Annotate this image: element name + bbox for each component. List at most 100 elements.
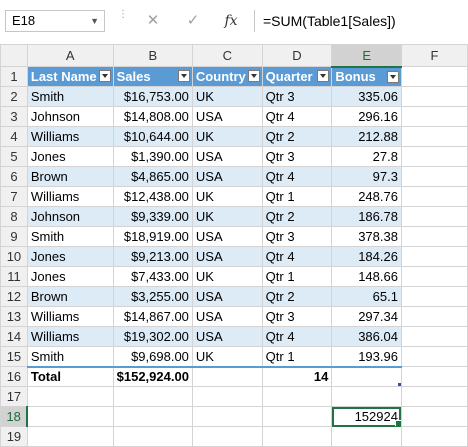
grid-cell[interactable]	[191, 406, 263, 427]
row-header[interactable]: 1	[0, 66, 28, 87]
row-header[interactable]: 10	[0, 246, 28, 267]
column-header-a[interactable]: A	[26, 44, 114, 67]
grid-cell[interactable]	[112, 406, 193, 427]
grid-cell[interactable]	[261, 386, 333, 407]
country-cell[interactable]: UK	[191, 346, 263, 367]
active-cell-e18[interactable]: 152924	[331, 406, 402, 427]
row-header[interactable]: 7	[0, 186, 28, 207]
grid-cell[interactable]	[400, 106, 468, 127]
row-header[interactable]: 5	[0, 146, 28, 167]
grid-cell[interactable]	[400, 366, 468, 387]
column-header-f[interactable]: F	[400, 44, 468, 67]
total-country-cell[interactable]	[191, 365, 263, 387]
table-header-cell[interactable]: Bonus	[331, 66, 402, 87]
grid-cell[interactable]	[331, 426, 402, 447]
grid-cell[interactable]	[331, 386, 402, 407]
filter-dropdown-icon[interactable]	[247, 70, 260, 82]
quarter-cell[interactable]: Qtr 4	[261, 326, 333, 347]
country-cell[interactable]: UK	[191, 206, 263, 227]
country-cell[interactable]: USA	[191, 326, 263, 347]
grid-cell[interactable]	[400, 286, 468, 307]
grid-cell[interactable]	[400, 146, 468, 167]
grid-cell[interactable]	[26, 386, 114, 407]
row-header[interactable]: 15	[0, 346, 28, 367]
last-name-cell[interactable]: Williams	[26, 306, 114, 327]
formula-input[interactable]: =SUM(Table1[Sales])	[254, 10, 468, 32]
quarter-cell[interactable]: Qtr 2	[261, 126, 333, 147]
quarter-cell[interactable]: Qtr 3	[261, 146, 333, 167]
bonus-cell[interactable]: 65.1	[331, 286, 402, 307]
last-name-cell[interactable]: Brown	[26, 286, 114, 307]
bonus-cell[interactable]: 97.3	[331, 166, 402, 187]
country-cell[interactable]: USA	[191, 306, 263, 327]
sales-cell[interactable]: $14,808.00	[112, 106, 193, 127]
country-cell[interactable]: UK	[191, 86, 263, 107]
grid-cell[interactable]	[191, 426, 263, 447]
sales-cell[interactable]: $10,644.00	[112, 126, 193, 147]
grid-cell[interactable]	[400, 66, 468, 87]
grid-cell[interactable]	[261, 406, 333, 427]
last-name-cell[interactable]: Jones	[26, 146, 114, 167]
country-cell[interactable]: USA	[191, 106, 263, 127]
grid-cell[interactable]	[400, 246, 468, 267]
grid-cell[interactable]	[400, 206, 468, 227]
column-header-b[interactable]: B	[112, 44, 193, 67]
grid-cell[interactable]	[400, 406, 468, 427]
sales-cell[interactable]: $12,438.00	[112, 186, 193, 207]
total-quarter-cell[interactable]: 14	[261, 365, 333, 387]
country-cell[interactable]: UK	[191, 186, 263, 207]
sales-cell[interactable]: $19,302.00	[112, 326, 193, 347]
quarter-cell[interactable]: Qtr 3	[261, 86, 333, 107]
country-cell[interactable]: USA	[191, 246, 263, 267]
row-header[interactable]: 2	[0, 86, 28, 107]
row-header[interactable]: 8	[0, 206, 28, 227]
grid-cell[interactable]	[400, 226, 468, 247]
sales-cell[interactable]: $1,390.00	[112, 146, 193, 167]
table-header-cell[interactable]: Last Name	[26, 66, 114, 87]
country-cell[interactable]: UK	[191, 126, 263, 147]
row-header[interactable]: 17	[0, 386, 28, 407]
table-resize-handle[interactable]	[397, 383, 401, 386]
row-header[interactable]: 11	[0, 266, 28, 287]
column-header-d[interactable]: D	[261, 44, 333, 67]
quarter-cell[interactable]: Qtr 4	[261, 246, 333, 267]
filter-dropdown-icon[interactable]	[317, 70, 330, 82]
last-name-cell[interactable]: Williams	[26, 186, 114, 207]
bonus-cell[interactable]: 386.04	[331, 326, 402, 347]
quarter-cell[interactable]: Qtr 2	[261, 206, 333, 227]
table-header-cell[interactable]: Country	[191, 66, 263, 87]
country-cell[interactable]: USA	[191, 146, 263, 167]
last-name-cell[interactable]: Smith	[26, 346, 114, 367]
grid-cell[interactable]	[26, 426, 114, 447]
row-header[interactable]: 9	[0, 226, 28, 247]
bonus-cell[interactable]: 378.38	[331, 226, 402, 247]
filter-dropdown-icon[interactable]	[386, 70, 399, 83]
filter-dropdown-icon[interactable]	[98, 70, 111, 82]
country-cell[interactable]: USA	[191, 226, 263, 247]
row-header[interactable]: 16	[0, 366, 28, 387]
row-header[interactable]: 3	[0, 106, 28, 127]
grid-cell[interactable]	[26, 406, 114, 427]
sales-cell[interactable]: $9,339.00	[112, 206, 193, 227]
grid-cell[interactable]	[112, 426, 193, 447]
quarter-cell[interactable]: Qtr 1	[261, 186, 333, 207]
quarter-cell[interactable]: Qtr 1	[261, 346, 333, 367]
enter-button[interactable]: ✓	[180, 10, 206, 32]
country-cell[interactable]: USA	[191, 286, 263, 307]
quarter-cell[interactable]: Qtr 2	[261, 286, 333, 307]
quarter-cell[interactable]: Qtr 4	[261, 166, 333, 187]
row-header[interactable]: 19	[0, 426, 28, 447]
grid-cell[interactable]	[191, 386, 263, 407]
select-all-corner[interactable]	[0, 44, 28, 67]
bonus-cell[interactable]: 27.8	[331, 146, 402, 167]
quarter-cell[interactable]: Qtr 1	[261, 266, 333, 287]
last-name-cell[interactable]: Jones	[26, 266, 114, 287]
last-name-cell[interactable]: Johnson	[26, 106, 114, 127]
bonus-cell[interactable]: 297.34	[331, 306, 402, 327]
country-cell[interactable]: USA	[191, 166, 263, 187]
grid-cell[interactable]	[261, 426, 333, 447]
grid-cell[interactable]	[400, 126, 468, 147]
grid-cell[interactable]	[112, 386, 193, 407]
grid-cell[interactable]	[400, 346, 468, 367]
total-sales-cell[interactable]: $152,924.00	[112, 365, 193, 387]
